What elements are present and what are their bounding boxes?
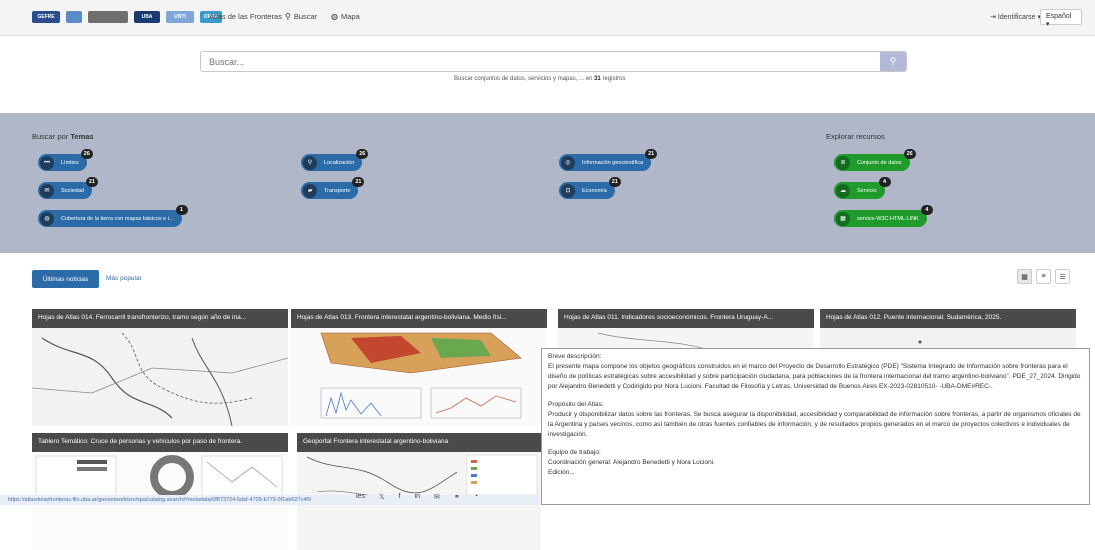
facebook-icon[interactable]: f	[399, 493, 401, 501]
card-title: Hojas de Atlas 014. Ferrocarril transfro…	[32, 309, 288, 328]
resource-chip-conjunto-datos[interactable]: ≣ Conjunto de datos 26	[834, 149, 916, 171]
globe-icon: ◍	[40, 211, 54, 226]
resource-chip-w3c-link[interactable]: ▦ service-W3C:HTML:LINK 4	[834, 205, 933, 227]
count-badge: 21	[608, 177, 621, 187]
theme-chip-localizacion[interactable]: ⚲ Localización 26	[301, 149, 369, 171]
menu-icon: ☰	[1059, 273, 1066, 281]
search-nav-link[interactable]: ⚲ Buscar	[285, 12, 317, 21]
footer-partial-text: ies	[356, 493, 365, 500]
twitter-icon[interactable]: 𝕏	[379, 493, 385, 501]
count-badge: 1	[175, 205, 188, 215]
pin-icon: ⚲	[303, 155, 317, 170]
team-label: Equipo de trabajo:	[548, 449, 601, 456]
purpose-text: Producir y disponibilizar datos sobre la…	[548, 411, 1081, 438]
truck-icon: ▰	[303, 183, 317, 198]
gefre-logo[interactable]: GEFRE	[32, 11, 60, 23]
search-input[interactable]	[201, 52, 861, 72]
count-badge: 21	[352, 177, 365, 187]
count-badge: 21	[85, 177, 98, 187]
linkedin-icon[interactable]: in	[415, 493, 420, 501]
email-icon[interactable]: ✉	[434, 493, 440, 501]
theme-chip-geocientifica[interactable]: ◎ Información geocientífica 21	[559, 149, 658, 171]
theme-chip-sociedad[interactable]: ✉ Sociedad 21	[38, 177, 98, 199]
count-badge: 4	[920, 205, 933, 215]
themes-panel: Buscar por Temas Explorar recursos ••• Lí…	[0, 113, 1095, 253]
description-text: El presente mapa compone los objetos geo…	[548, 363, 1081, 390]
globe-icon: ◍	[331, 12, 338, 21]
theme-chip-cobertura[interactable]: ◍ Cobertura de la tierra con mapas básico…	[38, 205, 188, 227]
edition-text: Edición...	[548, 469, 575, 476]
card-title: Geoportal Frontera interestatal argentin…	[297, 433, 541, 452]
grid-view-button[interactable]: ▦	[1017, 269, 1032, 284]
news-card[interactable]: Tablero Temático: Cruce de personas y ve…	[32, 433, 288, 550]
count-badge: 21	[645, 149, 658, 159]
count-badge: 26	[903, 149, 916, 159]
top-navbar: GEFRE UBA UNTI OPDA Atlas de las Fronter…	[0, 0, 1095, 36]
search-box: ⚲	[200, 51, 907, 72]
card-thumbnail-map	[32, 328, 288, 426]
rss-icon[interactable]: ◔	[474, 493, 478, 501]
partner-logos: GEFRE UBA UNTI OPDA	[32, 11, 222, 23]
theme-chip-limites[interactable]: ••• Límites 26	[38, 149, 93, 171]
logo-2[interactable]	[66, 11, 82, 23]
explore-title: Explorar recursos	[826, 132, 885, 141]
compact-view-button[interactable]: ☰	[1055, 269, 1070, 284]
target-icon: ◎	[561, 155, 575, 170]
uba-logo[interactable]: UBA	[134, 11, 160, 23]
news-card[interactable]: Geoportal Frontera interestatal argentin…	[297, 433, 541, 550]
list-view-button[interactable]: ≡	[1036, 269, 1051, 284]
grid-icon: ▦	[1021, 273, 1028, 281]
count-badge: 4	[878, 177, 891, 187]
dots-icon: •••	[40, 155, 54, 170]
cart-icon: ⊡	[561, 183, 575, 198]
tab-latest-news[interactable]: Últimas noticias	[32, 270, 99, 288]
tab-most-popular[interactable]: Más popular	[106, 275, 142, 282]
metadata-popover: Breve descripción: El presente mapa comp…	[541, 348, 1090, 505]
card-thumbnail-map	[291, 328, 547, 426]
link-icon[interactable]: ⚭	[454, 493, 460, 501]
search-icon: ⚲	[889, 56, 897, 66]
theme-chip-transporte[interactable]: ▰ Transporte 21	[301, 177, 365, 199]
news-card[interactable]: Hojas de Atlas 014. Ferrocarril transfro…	[32, 309, 288, 426]
site-title-link[interactable]: Atlas de las Fronteras	[209, 12, 282, 21]
count-badge: 26	[80, 149, 93, 159]
chat-icon: ✉	[40, 183, 54, 198]
view-toggle-group: ▦ ≡ ☰	[1017, 269, 1070, 284]
theme-chip-economia[interactable]: ⊡ Economía 21	[559, 177, 621, 199]
caret-down-icon: ▾	[1046, 21, 1050, 28]
social-links: ies 𝕏 f in ✉ ⚭ ◔	[356, 493, 478, 501]
team-text: Coordinación general: Alejandro Benedett…	[548, 459, 715, 466]
card-title: Hojas de Atlas 012. Puente internacional…	[820, 309, 1076, 328]
description-label: Breve descripción:	[548, 353, 602, 360]
card-title: Tablero Temático: Cruce de personas y ve…	[32, 433, 288, 452]
database-icon: ≣	[836, 155, 850, 170]
cloud-icon: ☁	[836, 183, 850, 198]
table-icon: ▦	[836, 211, 850, 226]
login-link[interactable]: ⇥ Identificarse ▾	[990, 13, 1041, 21]
list-icon: ≡	[1041, 273, 1046, 280]
language-dropdown[interactable]: Español ▾	[1040, 9, 1082, 28]
resource-chip-servicio[interactable]: ☁ Servicio 4	[834, 177, 891, 199]
news-card[interactable]: Hojas de Atlas 013. Frontera interestata…	[291, 309, 547, 426]
themes-title: Buscar por Temas	[32, 132, 94, 141]
purpose-label: Propósito del Atlas:	[548, 401, 604, 408]
logo-3[interactable]	[88, 11, 128, 23]
search-icon: ⚲	[285, 12, 291, 21]
count-badge: 26	[356, 149, 369, 159]
search-hint: Buscar conjuntos de datos, servicios y m…	[454, 76, 626, 82]
unti-logo[interactable]: UNTI	[166, 11, 194, 23]
card-title: Hojas de Atlas 011. Indicadores socioeco…	[558, 309, 814, 328]
sign-in-icon: ⇥	[990, 14, 996, 21]
map-nav-link[interactable]: ◍ Mapa	[331, 12, 360, 21]
card-title: Hojas de Atlas 013. Frontera interestata…	[291, 309, 547, 328]
search-button[interactable]: ⚲	[880, 52, 906, 71]
